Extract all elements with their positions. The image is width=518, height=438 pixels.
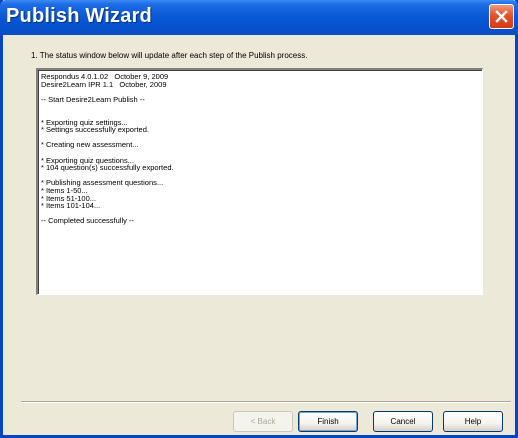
- status-window[interactable]: Respondus 4.0.1.02 October 9, 2009 Desire…: [36, 68, 483, 295]
- button-separator: [21, 401, 511, 403]
- status-line: [41, 103, 479, 111]
- back-button[interactable]: < Back: [233, 411, 293, 432]
- help-button[interactable]: Help: [443, 411, 503, 432]
- cancel-button[interactable]: Cancel: [373, 411, 433, 432]
- title-bar[interactable]: Publish Wizard: [0, 0, 518, 35]
- status-line: * Items 1-50...: [41, 185, 88, 195]
- finish-button[interactable]: Finish: [298, 411, 358, 432]
- status-line: * 104 question(s) successfully exported.: [41, 163, 174, 173]
- status-line: Desire2Learn IPR 1.1 October, 2009: [41, 79, 167, 89]
- status-line: * Publishing assessment questions...: [41, 178, 164, 188]
- status-line: * Items 51-100...: [41, 193, 97, 203]
- status-line: -- Completed successfully --: [41, 216, 134, 226]
- status-line: * Settings successfully exported.: [41, 125, 149, 135]
- close-icon: [495, 10, 508, 23]
- status-log: Respondus 4.0.1.02 October 9, 2009 Desire…: [41, 73, 479, 225]
- status-line: -- Start Desire2Learn Publish --: [41, 94, 145, 104]
- status-line: * Creating new assessment...: [41, 140, 139, 150]
- publish-wizard-window: Publish Wizard 1. The status window belo…: [0, 0, 518, 438]
- window-title: Publish Wizard: [6, 5, 152, 27]
- instruction-text: 1. The status window below will update a…: [31, 51, 308, 60]
- close-button[interactable]: [489, 4, 514, 29]
- status-line: * Items 101-104...: [41, 201, 101, 211]
